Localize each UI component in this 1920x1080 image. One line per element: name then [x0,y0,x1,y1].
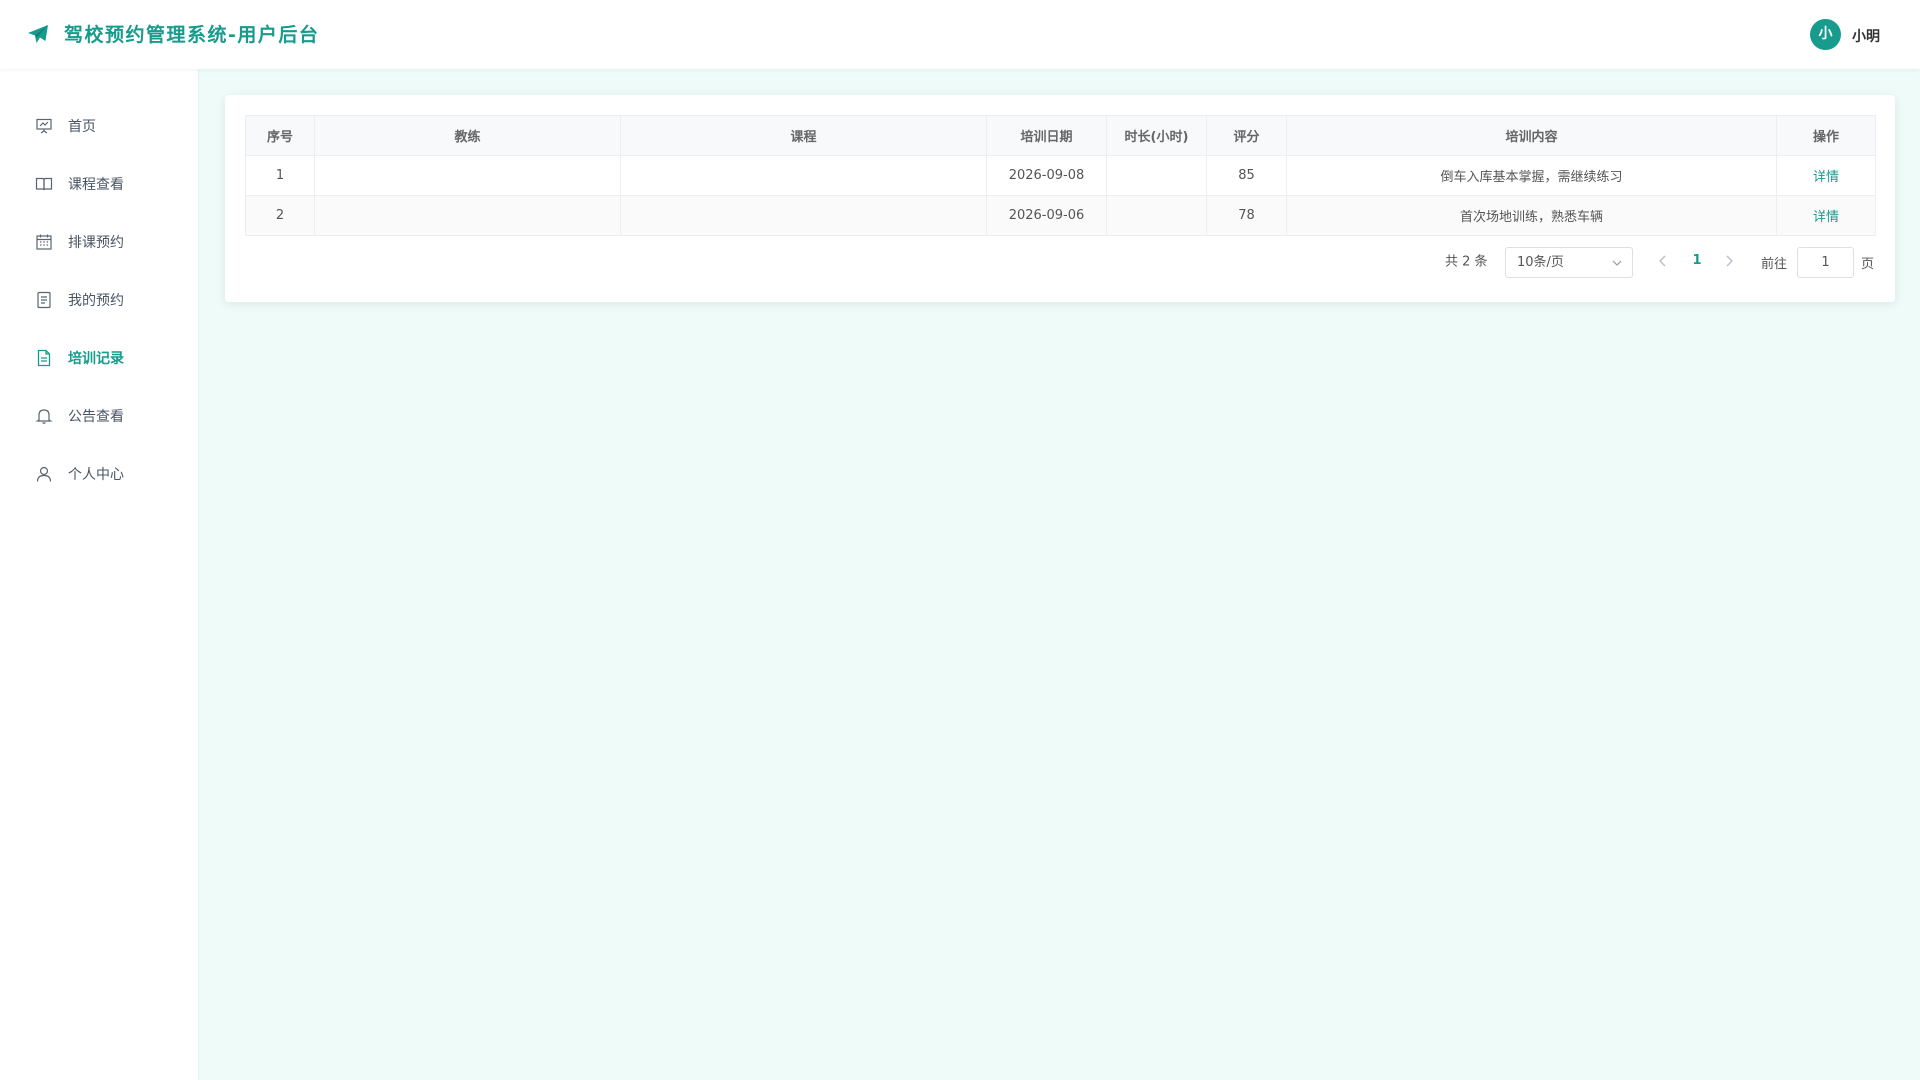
cell-score: 85 [1206,155,1287,196]
sidebar-item-label: 我的预约 [68,293,124,309]
top-header: 驾校预约管理系统-用户后台 小 小明 [0,0,1920,69]
column-header-course: 课程 [620,115,987,156]
sidebar-item-label: 排课预约 [68,235,124,251]
page-size-select[interactable]: 10条/页 [1505,247,1633,278]
sidebar-item-announcements[interactable]: 公告查看 [0,387,199,445]
presentation-icon [36,118,52,134]
sidebar-item-schedule[interactable]: 排课预约 [0,213,199,271]
cell-course [620,155,987,196]
cell-duration [1106,155,1207,196]
column-header-action: 操作 [1776,115,1876,156]
username[interactable]: 小明 [1852,26,1880,46]
sidebar-item-label: 首页 [68,119,96,135]
cell-content: 倒车入库基本掌握，需继续练习 [1286,155,1777,196]
sidebar-item-label: 公告查看 [68,409,124,425]
training-records-card: 序号 教练 课程 培训日期 时长(小时) 评分 培训内容 操作 1 2026-0… [225,95,1895,302]
chevron-right-icon[interactable] [1724,255,1734,267]
page-number-current[interactable]: 1 [1687,250,1707,272]
goto-label: 前往 [1761,257,1788,272]
cell-index: 1 [245,155,315,196]
sidebar-item-my-bookings[interactable]: 我的预约 [0,271,199,329]
cell-date: 2026-09-08 [986,155,1107,196]
document-list-icon [37,291,51,309]
cell-course [620,195,987,236]
column-header-score: 评分 [1206,115,1287,156]
avatar[interactable]: 小 [1810,19,1841,50]
bell-icon [35,409,53,424]
sidebar-item-training-records[interactable]: 培训记录 [0,329,199,387]
paper-plane-icon [28,25,48,43]
sidebar-item-label: 课程查看 [68,177,124,193]
column-header-index: 序号 [245,115,315,156]
document-icon [37,349,51,367]
sidebar-item-label: 个人中心 [68,467,124,483]
detail-link[interactable]: 详情 [1813,170,1839,185]
chevron-left-icon[interactable] [1658,255,1668,267]
column-header-date: 培训日期 [986,115,1107,156]
calendar-icon [36,234,52,250]
sidebar-item-label: 培训记录 [68,351,124,367]
cell-coach [314,155,621,196]
column-header-content: 培训内容 [1286,115,1777,156]
sidebar-item-profile[interactable]: 个人中心 [0,445,199,503]
cell-score: 78 [1206,195,1287,236]
cell-index: 2 [245,195,315,236]
page-size-value: 10条/页 [1517,255,1564,270]
sidebar: 首页 课程查看 排课预约 我的预约 培训记录 公告查看 个人中心 [0,69,199,1080]
app-title: 驾校预约管理系统-用户后台 [64,24,320,46]
user-icon [36,466,52,482]
table-row: 1 2026-09-08 85 倒车入库基本掌握，需继续练习 详情 [245,155,1876,196]
page-suffix-label: 页 [1861,257,1875,272]
sidebar-item-courses[interactable]: 课程查看 [0,155,199,213]
detail-link[interactable]: 详情 [1813,210,1839,225]
cell-content: 首次场地训练，熟悉车辆 [1286,195,1777,236]
column-header-duration: 时长(小时) [1106,115,1207,156]
column-header-coach: 教练 [314,115,621,156]
cell-date: 2026-09-06 [986,195,1107,236]
sidebar-item-home[interactable]: 首页 [0,97,199,155]
cell-action: 详情 [1776,195,1876,236]
training-records-table: 序号 教练 课程 培训日期 时长(小时) 评分 培训内容 操作 1 2026-0… [245,115,1876,236]
cell-action: 详情 [1776,155,1876,196]
pagination-total: 共 2 条 [1445,254,1488,270]
table-row: 2 2026-09-06 78 首次场地训练，熟悉车辆 详情 [245,195,1876,236]
book-icon [35,177,53,191]
table-header-row: 序号 教练 课程 培训日期 时长(小时) 评分 培训内容 操作 [245,115,1876,156]
goto-page-input[interactable] [1797,247,1854,278]
cell-coach [314,195,621,236]
chevron-down-icon [1612,260,1622,266]
cell-duration [1106,195,1207,236]
